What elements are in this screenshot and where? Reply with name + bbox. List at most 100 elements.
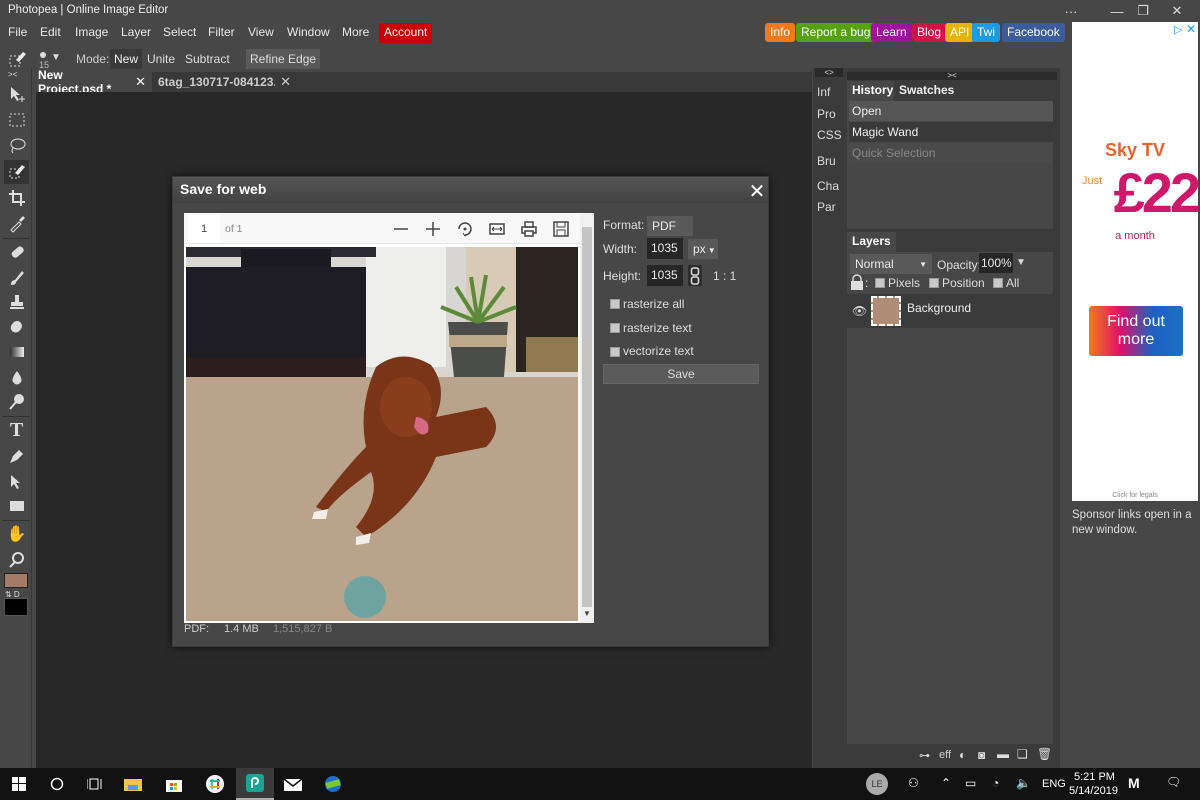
download-icon[interactable] [551, 219, 571, 239]
history-item[interactable]: Quick Selection [849, 143, 1053, 163]
taskbar-file-explorer[interactable] [114, 768, 152, 800]
rasterize-all-checkbox[interactable] [610, 299, 620, 309]
api-link[interactable]: API [945, 23, 975, 42]
zoom-in-icon[interactable] [423, 219, 443, 239]
eraser-tool-icon[interactable] [4, 314, 29, 338]
marquee-tool-icon[interactable] [4, 108, 29, 132]
menu-filter[interactable]: Filter [208, 25, 235, 39]
pen-tool-icon[interactable] [4, 444, 29, 468]
lasso-tool-icon[interactable] [4, 134, 29, 158]
lock-pixels-checkbox[interactable] [875, 278, 885, 288]
show-hidden-icons-chevron[interactable]: ⌃ [941, 776, 951, 790]
side-btn-properties[interactable]: Pro [817, 107, 847, 121]
layer-effects-button[interactable]: eff [939, 749, 951, 761]
link-layers-icon[interactable]: ⊶ [919, 749, 930, 762]
zoom-out-icon[interactable] [391, 219, 411, 239]
menu-view[interactable]: View [248, 25, 274, 39]
opacity-dropdown-icon[interactable]: ▼ [1016, 257, 1026, 268]
lock-all-checkbox[interactable] [993, 278, 1003, 288]
history-item[interactable]: Open [849, 101, 1053, 121]
dodge-tool-icon[interactable] [4, 390, 29, 414]
close-tab-icon[interactable]: ✕ [280, 74, 291, 90]
close-window-button[interactable]: ✕ [1154, 0, 1200, 22]
account-button[interactable]: Account [379, 23, 433, 43]
people-icon[interactable]: ⚇ [908, 776, 919, 790]
expand-panels-icon[interactable]: <> [815, 68, 843, 77]
rotate-icon[interactable] [455, 219, 475, 239]
doc-tab-new-project[interactable]: New Project.psd * ✕ [32, 68, 152, 96]
delete-layer-icon[interactable]: 🗑 [1037, 747, 1052, 761]
side-btn-brush[interactable]: Bru [817, 154, 847, 168]
background-color-swatch[interactable] [4, 598, 28, 616]
height-input[interactable]: 1035 [647, 265, 683, 286]
blur-tool-icon[interactable] [4, 366, 29, 390]
menu-more[interactable]: More [342, 25, 369, 39]
more-options-button[interactable]: ··· [1048, 0, 1094, 22]
side-btn-info[interactable]: Inf [817, 85, 847, 99]
user-avatar[interactable]: LE [866, 773, 888, 795]
swap-default-colors-icon[interactable]: ⇅ D [5, 590, 20, 599]
lock-position-checkbox[interactable] [929, 278, 939, 288]
width-input[interactable]: 1035 [647, 238, 683, 259]
new-layer-icon[interactable]: ❏ [1017, 747, 1028, 761]
tab-history[interactable]: History [847, 81, 899, 101]
foreground-color-swatch[interactable] [4, 573, 28, 588]
history-item[interactable]: Magic Wand [849, 122, 1053, 142]
meetnow-icon[interactable]: M [1128, 775, 1140, 791]
start-button[interactable] [0, 768, 38, 800]
layer-row-background[interactable]: 👁 Background [847, 294, 1053, 328]
brush-size-icon[interactable] [38, 49, 48, 59]
collapse-panels-icon[interactable]: >< [847, 72, 1057, 80]
action-center-icon[interactable]: 🗨 [1166, 775, 1181, 789]
eyedropper-tool-icon[interactable] [4, 212, 29, 236]
menu-layer[interactable]: Layer [121, 25, 151, 39]
collapse-tools-icon[interactable]: >< [8, 70, 17, 79]
report-bug-link[interactable]: Report a bug [796, 23, 876, 42]
clock-time[interactable]: 5:21 PM [1074, 771, 1115, 783]
ad-cta-button[interactable]: Find out more [1089, 306, 1183, 356]
adjustment-layer-icon[interactable]: ◐ [959, 748, 966, 762]
taskbar-photopea[interactable] [236, 768, 274, 800]
menu-edit[interactable]: Edit [40, 25, 61, 39]
page-number-input[interactable]: 1 [188, 215, 220, 243]
crop-tool-icon[interactable] [4, 186, 29, 210]
opacity-input[interactable]: 100% [979, 253, 1013, 273]
tab-swatches[interactable]: Swatches [894, 81, 960, 101]
move-tool-icon[interactable] [4, 82, 29, 106]
menu-image[interactable]: Image [75, 25, 108, 39]
close-dialog-button[interactable]: ✕ [747, 179, 767, 203]
brush-tool-icon[interactable] [4, 266, 29, 290]
unit-dropdown[interactable]: px ▼ [688, 239, 718, 259]
task-view-button[interactable] [76, 768, 114, 800]
doc-tab-6tag[interactable]: 6tag_130717-084123.ps ✕ [152, 72, 297, 92]
quick-selection-tool-icon[interactable] [4, 160, 29, 184]
taskbar-store[interactable] [155, 768, 193, 800]
input-language[interactable]: ENG [1042, 778, 1066, 790]
side-btn-character[interactable]: Cha [817, 179, 847, 193]
facebook-link[interactable]: Facebook [1002, 23, 1065, 42]
search-button[interactable] [38, 768, 76, 800]
volume-icon[interactable]: 🔈 [1016, 776, 1031, 790]
menu-select[interactable]: Select [163, 25, 196, 39]
menu-window[interactable]: Window [287, 25, 330, 39]
group-folder-icon[interactable]: ▬ [997, 747, 1009, 761]
wifi-icon[interactable]: ◔ [992, 776, 999, 790]
rectangle-tool-icon[interactable] [4, 494, 29, 518]
mode-unite-button[interactable]: Unite [147, 52, 175, 66]
refine-edge-button[interactable]: Refine Edge [246, 49, 321, 69]
ad-legal-link[interactable]: Click for legals [1072, 492, 1198, 499]
twitter-link[interactable]: Twi [972, 23, 1000, 42]
print-icon[interactable] [519, 219, 539, 239]
visibility-eye-icon[interactable]: 👁 [852, 304, 867, 318]
brush-dropdown-icon[interactable]: ▼ [51, 52, 61, 63]
taskbar-edge-beta[interactable] [314, 768, 352, 800]
spot-healing-tool-icon[interactable] [4, 240, 29, 264]
clone-stamp-tool-icon[interactable] [4, 290, 29, 314]
dialog-header[interactable]: Save for web ✕ [173, 177, 768, 203]
side-btn-paragraph[interactable]: Par [817, 200, 847, 214]
learn-link[interactable]: Learn [871, 23, 912, 42]
mask-icon[interactable]: ◙ [978, 748, 985, 762]
scroll-down-icon[interactable]: ▼ [583, 609, 591, 618]
taskbar-slack[interactable] [196, 768, 234, 800]
type-tool-icon[interactable]: T [4, 418, 29, 442]
